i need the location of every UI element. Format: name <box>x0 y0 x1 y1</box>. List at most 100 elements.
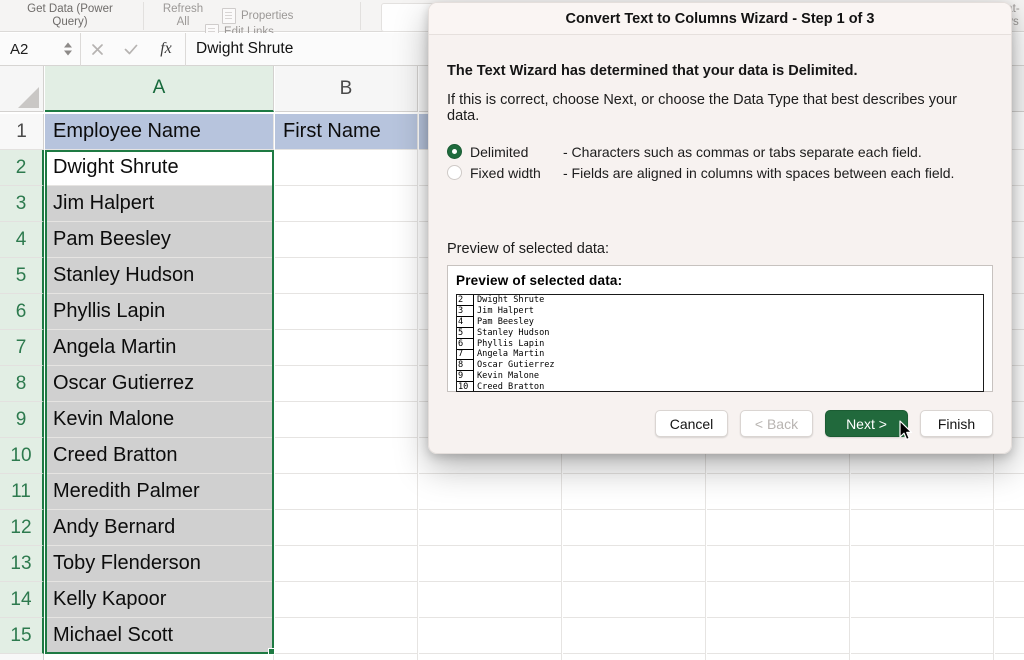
cell-a2[interactable]: Dwight Shrute <box>45 150 274 186</box>
next-button[interactable]: Next > <box>825 410 908 437</box>
row-header-13[interactable]: 13 <box>0 546 44 582</box>
name-box[interactable]: A2 <box>0 33 80 66</box>
table-cell[interactable] <box>707 582 850 618</box>
table-cell[interactable] <box>851 474 994 510</box>
cell-a6[interactable]: Phyllis Lapin <box>45 294 274 330</box>
table-cell[interactable] <box>995 474 1024 510</box>
table-cell[interactable] <box>275 438 418 474</box>
table-cell[interactable] <box>275 510 418 546</box>
row-header-3[interactable]: 3 <box>0 186 44 222</box>
cell-a3[interactable]: Jim Halpert <box>45 186 274 222</box>
table-cell[interactable] <box>707 474 850 510</box>
preview-row-text: Creed Bratton <box>477 382 545 392</box>
row-header-7[interactable]: 7 <box>0 330 44 366</box>
table-cell[interactable] <box>563 582 706 618</box>
cell-a9[interactable]: Kevin Malone <box>45 402 274 438</box>
table-cell[interactable] <box>275 258 418 294</box>
table-cell[interactable] <box>563 510 706 546</box>
table-cell[interactable] <box>995 654 1024 660</box>
table-cell[interactable] <box>851 582 994 618</box>
select-all-corner[interactable] <box>0 66 44 112</box>
preview-data-box[interactable]: 2 Dwight Shrute 3 Jim Halpert 4 Pam Beesley 5 S… <box>456 294 984 392</box>
back-button[interactable]: < Back <box>740 410 813 437</box>
ribbon-get-data-button[interactable]: Get Data (Power Query) <box>4 0 136 32</box>
radio-option-fixed-width[interactable]: Fixed width - Fields are aligned in colu… <box>447 162 993 183</box>
table-cell[interactable] <box>851 546 994 582</box>
finish-button[interactable]: Finish <box>920 410 993 437</box>
cancel-button[interactable]: Cancel <box>655 410 728 437</box>
table-cell[interactable] <box>563 546 706 582</box>
table-cell[interactable] <box>563 474 706 510</box>
table-cell[interactable] <box>275 150 418 186</box>
radio-fixed-width-icon[interactable] <box>447 165 462 180</box>
table-cell[interactable] <box>275 618 418 654</box>
cell-a14[interactable]: Kelly Kapoor <box>45 582 274 618</box>
name-box-spinner[interactable] <box>64 42 72 56</box>
row-header-10[interactable]: 10 <box>0 438 44 474</box>
column-header-a[interactable]: A <box>45 66 274 112</box>
cell-b1[interactable]: First Name <box>275 114 418 150</box>
cell-a15[interactable]: Michael Scott <box>45 618 274 654</box>
table-cell[interactable] <box>275 654 418 660</box>
table-cell[interactable] <box>707 510 850 546</box>
table-cell[interactable] <box>419 474 562 510</box>
cell-a13[interactable]: Toby Flenderson <box>45 546 274 582</box>
row-header-14[interactable]: 14 <box>0 582 44 618</box>
row-header-15[interactable]: 15 <box>0 618 44 654</box>
row-header-1[interactable]: 1 <box>0 114 44 150</box>
table-cell[interactable] <box>419 582 562 618</box>
table-cell[interactable] <box>275 402 418 438</box>
table-cell[interactable] <box>45 654 274 660</box>
table-cell[interactable] <box>707 546 850 582</box>
row-header-4[interactable]: 4 <box>0 222 44 258</box>
cell-a1[interactable]: Employee Name <box>45 114 274 150</box>
table-cell[interactable] <box>707 618 850 654</box>
row-header-5[interactable]: 5 <box>0 258 44 294</box>
cell-a12[interactable]: Andy Bernard <box>45 510 274 546</box>
table-cell[interactable] <box>995 546 1024 582</box>
table-cell[interactable] <box>563 618 706 654</box>
cell-a11[interactable]: Meredith Palmer <box>45 474 274 510</box>
table-cell[interactable] <box>419 618 562 654</box>
table-cell[interactable] <box>419 546 562 582</box>
cell-a7[interactable]: Angela Martin <box>45 330 274 366</box>
table-cell[interactable] <box>419 510 562 546</box>
cancel-edit-icon[interactable] <box>81 33 114 66</box>
table-cell[interactable] <box>275 474 418 510</box>
cell-a4[interactable]: Pam Beesley <box>45 222 274 258</box>
radio-delimited-icon[interactable] <box>447 144 462 159</box>
table-cell[interactable] <box>275 546 418 582</box>
table-cell[interactable] <box>275 222 418 258</box>
table-cell[interactable] <box>851 618 994 654</box>
table-cell[interactable] <box>995 510 1024 546</box>
table-cell[interactable] <box>851 510 994 546</box>
table-cell[interactable] <box>563 654 706 660</box>
row-header-11[interactable]: 11 <box>0 474 44 510</box>
insert-function-icon[interactable]: fx <box>147 33 185 66</box>
row-header-6[interactable]: 6 <box>0 294 44 330</box>
fill-handle[interactable] <box>268 648 275 655</box>
table-cell[interactable] <box>851 654 994 660</box>
cell-a5[interactable]: Stanley Hudson <box>45 258 274 294</box>
table-cell[interactable] <box>275 330 418 366</box>
radio-option-delimited[interactable]: Delimited - Characters such as commas or… <box>447 141 993 162</box>
table-cell[interactable] <box>419 654 562 660</box>
row-header-12[interactable]: 12 <box>0 510 44 546</box>
table-cell[interactable] <box>995 582 1024 618</box>
table-cell[interactable] <box>275 582 418 618</box>
row-header-8[interactable]: 8 <box>0 366 44 402</box>
table-cell[interactable] <box>275 186 418 222</box>
cell-a8[interactable]: Oscar Gutierrez <box>45 366 274 402</box>
column-header-b[interactable]: B <box>275 66 418 112</box>
row-header-9[interactable]: 9 <box>0 402 44 438</box>
cell-a10[interactable]: Creed Bratton <box>45 438 274 474</box>
table-cell[interactable] <box>275 294 418 330</box>
preview-row-text: Stanley Hudson <box>477 327 550 338</box>
confirm-edit-icon[interactable] <box>114 33 147 66</box>
table-cell[interactable] <box>707 654 850 660</box>
row-header-2[interactable]: 2 <box>0 150 44 186</box>
table-cell[interactable] <box>275 366 418 402</box>
preview-row-text: Pam Beesley <box>477 316 534 327</box>
table-cell[interactable] <box>995 618 1024 654</box>
row-header[interactable] <box>0 654 44 660</box>
